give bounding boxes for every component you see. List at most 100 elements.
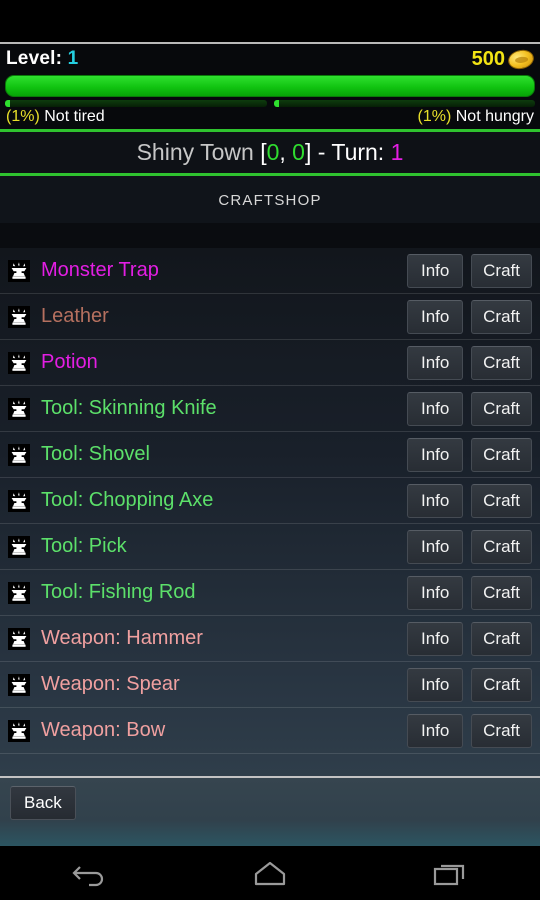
info-button[interactable]: Info — [407, 529, 464, 564]
anvil-icon — [11, 261, 27, 279]
info-button[interactable]: Info — [407, 437, 464, 472]
info-button[interactable]: Info — [407, 345, 464, 380]
table-row[interactable]: Weapon: Hammer Info Craft — [0, 616, 540, 662]
coin-icon — [506, 47, 536, 71]
info-button[interactable]: Info — [407, 713, 464, 748]
anvil-icon — [11, 583, 27, 601]
anvil-icon — [8, 351, 30, 374]
craft-button[interactable]: Craft — [471, 575, 532, 610]
android-status-bar — [0, 0, 540, 44]
craft-button[interactable]: Craft — [471, 391, 532, 426]
row-actions: Info Craft — [407, 667, 532, 702]
table-row[interactable]: Monster Trap Info Craft — [0, 248, 540, 294]
tired-bar-fill — [5, 100, 10, 107]
info-button[interactable]: Info — [407, 483, 464, 518]
anvil-icon — [11, 537, 27, 555]
app-screen: Level: 1 500 (1%) Not tired (1%) Not hun… — [0, 0, 540, 900]
craft-button[interactable]: Craft — [471, 253, 532, 288]
info-button[interactable]: Info — [407, 667, 464, 702]
hungry-text: Not hungry — [455, 108, 534, 125]
anvil-icon — [11, 629, 27, 647]
row-actions: Info Craft — [407, 299, 532, 334]
table-row[interactable]: Tool: Skinning Knife Info Craft — [0, 386, 540, 432]
tired-bar — [5, 100, 267, 107]
anvil-icon — [11, 675, 27, 693]
anvil-icon — [11, 491, 27, 509]
info-button[interactable]: Info — [407, 621, 464, 656]
tired-label: (1%) Not tired — [6, 108, 105, 126]
anvil-icon — [8, 581, 30, 604]
row-actions: Info Craft — [407, 713, 532, 748]
level-label: Level: — [6, 48, 63, 69]
row-actions: Info Craft — [407, 391, 532, 426]
nav-back-button[interactable] — [45, 846, 135, 900]
hungry-bar — [273, 100, 535, 107]
anvil-icon — [8, 627, 30, 650]
health-bar — [5, 75, 535, 97]
table-row[interactable]: Leather Info Craft — [0, 294, 540, 340]
tired-percent: (1%) — [6, 108, 40, 125]
town-header: Shiny Town [0, 0] - Turn: 1 — [0, 132, 540, 173]
turn-label: - Turn: — [311, 139, 391, 165]
back-button[interactable]: Back — [10, 786, 76, 820]
craft-button[interactable]: Craft — [471, 713, 532, 748]
craft-button[interactable]: Craft — [471, 667, 532, 702]
anvil-icon — [8, 397, 30, 420]
home-icon — [254, 861, 286, 886]
table-row[interactable]: Tool: Chopping Axe Info Craft — [0, 478, 540, 524]
table-row[interactable]: Potion Info Craft — [0, 340, 540, 386]
craft-button[interactable]: Craft — [471, 529, 532, 564]
row-actions: Info Craft — [407, 529, 532, 564]
craft-button[interactable]: Craft — [471, 621, 532, 656]
table-row[interactable]: Tool: Shovel Info Craft — [0, 432, 540, 478]
anvil-icon — [8, 305, 30, 328]
anvil-icon — [8, 259, 30, 282]
level-value: 1 — [67, 48, 79, 69]
anvil-icon — [8, 443, 30, 466]
info-button[interactable]: Info — [407, 253, 464, 288]
row-actions: Info Craft — [407, 575, 532, 610]
row-actions: Info Craft — [407, 621, 532, 656]
anvil-icon — [11, 721, 27, 739]
town-name: Shiny Town — [136, 139, 254, 165]
table-row[interactable]: Tool: Pick Info Craft — [0, 524, 540, 570]
anvil-icon — [8, 535, 30, 558]
hungry-label: (1%) Not hungry — [418, 108, 535, 126]
info-button[interactable]: Info — [407, 575, 464, 610]
mini-bar-labels: (1%) Not tired (1%) Not hungry — [2, 107, 538, 129]
info-button[interactable]: Info — [407, 391, 464, 426]
row-actions: Info Craft — [407, 345, 532, 380]
craft-button[interactable]: Craft — [471, 483, 532, 518]
level-display: Level: 1 — [6, 48, 78, 70]
anvil-icon — [8, 719, 30, 742]
gold-amount: 500 — [471, 47, 505, 70]
nav-recents-button[interactable] — [405, 846, 495, 900]
coord-sep: , — [279, 139, 293, 165]
android-nav-bar — [0, 846, 540, 900]
footer-bar: Back — [0, 776, 540, 846]
town-title: Shiny Town [0, 0] - Turn: 1 — [137, 139, 404, 166]
row-actions: Info Craft — [407, 483, 532, 518]
coord-y: 0 — [292, 139, 305, 165]
anvil-icon — [11, 353, 27, 371]
craft-item-list[interactable]: Monster Trap Info Craft Leather Info Craft Pot… — [0, 248, 540, 830]
tired-text: Not tired — [44, 108, 105, 125]
coord-x: 0 — [266, 139, 280, 165]
info-button[interactable]: Info — [407, 299, 464, 334]
craft-button[interactable]: Craft — [471, 299, 532, 334]
craft-button[interactable]: Craft — [471, 437, 532, 472]
anvil-icon — [8, 673, 30, 696]
table-row[interactable]: Tool: Fishing Rod Info Craft — [0, 570, 540, 616]
mini-bars — [2, 100, 538, 107]
anvil-icon — [11, 445, 27, 463]
craft-button[interactable]: Craft — [471, 345, 532, 380]
recents-icon — [433, 864, 465, 886]
level-gold-line: Level: 1 500 — [2, 44, 538, 74]
table-row[interactable]: Weapon: Spear Info Craft — [0, 662, 540, 708]
anvil-icon — [11, 307, 27, 325]
nav-home-button[interactable] — [225, 846, 315, 900]
shop-title: CRAFTSHOP — [0, 176, 540, 223]
hungry-percent: (1%) — [417, 108, 452, 125]
player-stats-panel: Level: 1 500 (1%) Not tired (1%) Not hun… — [0, 44, 540, 129]
table-row[interactable]: Weapon: Bow Info Craft — [0, 708, 540, 754]
